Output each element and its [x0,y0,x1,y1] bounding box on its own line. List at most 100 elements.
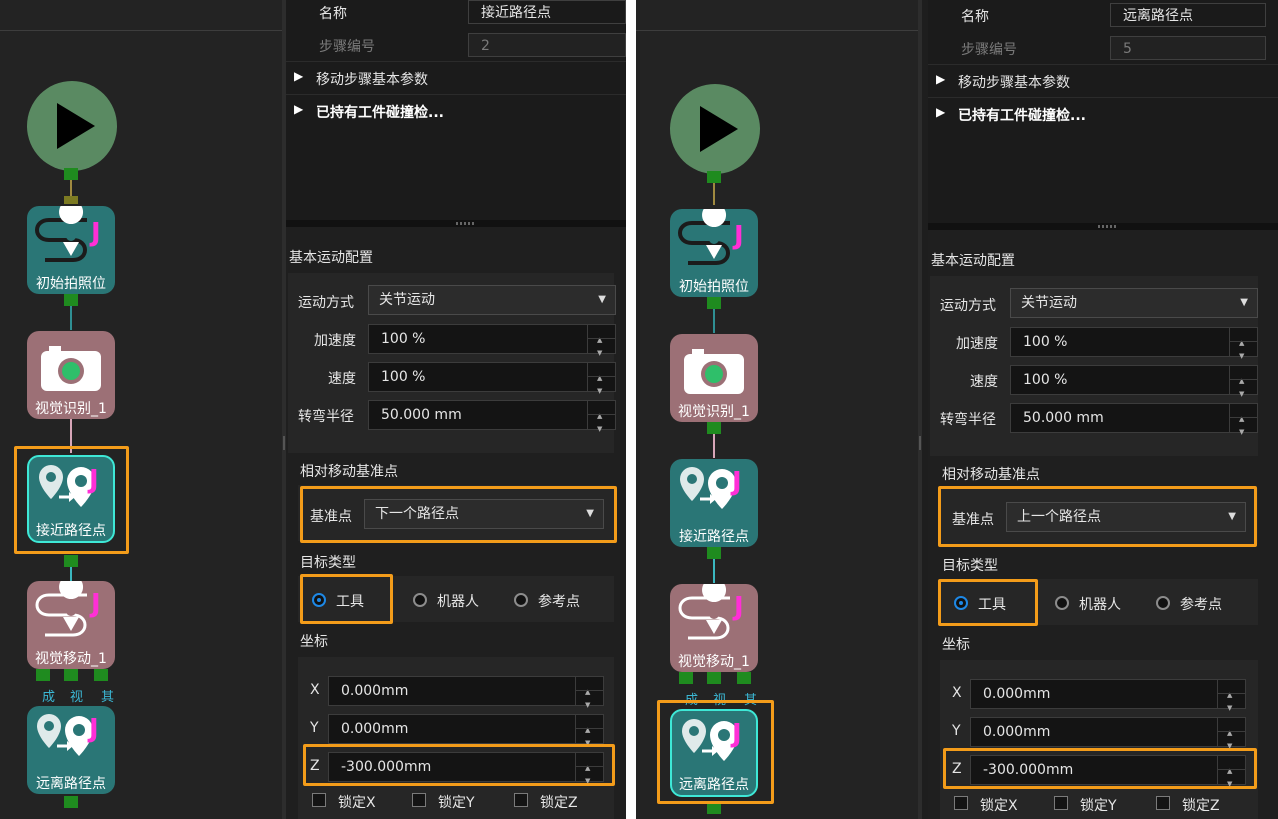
start-node-output-port[interactable] [707,171,721,183]
y-input[interactable]: 0.000mm ▲ ▼ [970,717,1246,750]
coordinate-title: 坐标 [300,634,328,650]
flow-node-initial-capture[interactable]: J 初始拍照位 [670,203,758,297]
basic-motion-box: 运动方式 关节运动 ▼ 加速度 100 % ▲ ▼ 速度 100 % ▲ ▼ 转弯半径… [288,273,616,453]
name-row: 名称 远离路径点 [928,0,1278,31]
flow-canvas[interactable]: J 初始拍照位 视觉识别_1 J 接近路径点 J 视觉移动_1 成 视 其 J … [0,0,282,819]
acceleration-input[interactable]: 100 % ▲ ▼ [368,324,616,357]
reference-point-title: 相对移动基准点 [300,464,398,480]
motion-config: 基本运动配置 运动方式 关节运动 ▼ 加速度 100 % ▲ ▼ 速度 100 % … [928,230,1278,819]
start-node[interactable] [27,81,117,171]
blend-radius-label: 转弯半径 [940,412,996,428]
start-node-output-port[interactable] [64,168,78,180]
x-input[interactable]: 0.000mm ▲ ▼ [328,676,604,709]
acceleration-label: 加速度 [314,333,356,349]
node-output-port[interactable] [64,294,78,306]
node-output-port-vision[interactable] [707,672,721,684]
left-screenshot: J 初始拍照位 视觉识别_1 J 接近路径点 J 视觉移动_1 成 视 其 J … [0,0,626,819]
connection-wire [70,567,72,581]
node-output-port-other[interactable] [94,669,108,681]
highlight-box-z [943,748,1257,789]
y-spinner[interactable]: ▲ ▼ [575,715,603,747]
step-number-input[interactable]: 2 [468,33,626,57]
y-input[interactable]: 0.000mm ▲ ▼ [328,714,604,747]
acceleration-spinner[interactable]: ▲ ▼ [587,325,615,357]
blend-radius-input[interactable]: 50.000 mm ▲ ▼ [368,400,616,433]
x-spinner[interactable]: ▲ ▼ [1217,680,1245,712]
speed-spinner[interactable]: ▲ ▼ [587,363,615,395]
section-collision-check[interactable]: ▶ 已持有工件碰撞检... [928,97,1278,130]
motion-type-dropdown[interactable]: 关节运动 ▼ [368,285,616,315]
basic-motion-title: 基本运动配置 [289,250,373,266]
flow-node-vision-recognition[interactable]: 视觉识别_1 [27,331,115,419]
canvas-resize-handle[interactable] [918,0,922,819]
node-output-port-vision[interactable] [64,669,78,681]
section-title: 已持有工件碰撞检... [316,105,444,121]
step-number-label: 步骤编号 [319,39,375,55]
name-input[interactable]: 接近路径点 [468,0,626,24]
j-badge-icon: J [89,714,99,744]
canvas-divider [636,30,918,31]
j-badge-icon: J [734,592,744,622]
node-label: 视觉识别_1 [35,401,107,417]
node-input-port[interactable] [64,196,78,204]
canvas-divider [0,30,282,31]
section-title: 移动步骤基本参数 [316,72,428,88]
flow-node-initial-capture[interactable]: J 初始拍照位 [27,200,115,294]
acceleration-spinner[interactable]: ▲ ▼ [1229,328,1257,360]
flow-canvas[interactable]: J 初始拍照位 视觉识别_1 J 接近路径点 J 视觉移动_1 成 视 其 J … [636,0,918,819]
acceleration-input[interactable]: 100 % ▲ ▼ [1010,327,1258,360]
step-number-row: 步骤编号 2 [286,30,626,61]
step-number-row: 步骤编号 5 [928,33,1278,64]
connection-wire [713,559,715,583]
collapse-triangle-icon: ▶ [936,105,946,119]
section-move-step-params[interactable]: ▶ 移动步骤基本参数 [928,64,1278,97]
pin-path-icon [678,578,730,640]
step-number-input[interactable]: 5 [1110,36,1266,60]
node-output-port-success[interactable] [679,672,693,684]
y-spinner[interactable]: ▲ ▼ [1217,718,1245,750]
node-label: 视觉移动_1 [35,651,107,667]
node-label: 接近路径点 [679,529,749,545]
node-output-port[interactable] [64,796,78,808]
highlight-box-reference [300,486,617,543]
blend-radius-input[interactable]: 50.000 mm ▲ ▼ [1010,403,1258,436]
section-move-step-params[interactable]: ▶ 移动步骤基本参数 [286,61,626,94]
y-label: Y [952,723,961,739]
motion-type-dropdown[interactable]: 关节运动 ▼ [1010,288,1258,318]
speed-input[interactable]: 100 % ▲ ▼ [368,362,616,395]
motion-config: 基本运动配置 运动方式 关节运动 ▼ 加速度 100 % ▲ ▼ 速度 100 % … [286,227,626,819]
step-properties: 名称 远离路径点 步骤编号 5 ▶ 移动步骤基本参数 ▶ 已持有工件碰撞检... [928,0,1278,220]
spin-down-icon: ▼ [597,425,603,433]
blend-radius-label: 转弯半径 [298,409,354,425]
speed-spinner[interactable]: ▲ ▼ [1229,366,1257,398]
section-title: 已持有工件碰撞检... [958,108,1086,124]
node-output-port-success[interactable] [36,669,50,681]
x-input[interactable]: 0.000mm ▲ ▼ [970,679,1246,712]
node-label: 初始拍照位 [679,279,749,295]
flow-node-vision-move[interactable]: J 视觉移动_1 [27,575,115,669]
speed-input[interactable]: 100 % ▲ ▼ [1010,365,1258,398]
flow-node-vision-recognition[interactable]: 视觉识别_1 [670,334,758,422]
flow-node-vision-move[interactable]: J 视觉移动_1 [670,578,758,672]
panel-splitter[interactable] [928,223,1278,230]
x-spinner[interactable]: ▲ ▼ [575,677,603,709]
right-screenshot: J 初始拍照位 视觉识别_1 J 接近路径点 J 视觉移动_1 成 视 其 J … [636,0,1278,819]
pin-path-icon [35,575,87,637]
blend-radius-spinner[interactable]: ▲ ▼ [1229,404,1257,436]
node-output-port[interactable] [64,555,78,567]
blend-radius-spinner[interactable]: ▲ ▼ [587,401,615,433]
node-output-port[interactable] [707,547,721,559]
node-output-port[interactable] [707,297,721,309]
step-number-label: 步骤编号 [961,42,1017,58]
section-collision-check[interactable]: ▶ 已持有工件碰撞检... [286,94,626,127]
flow-node-retreat-waypoint[interactable]: J 远离路径点 [27,706,115,794]
node-output-port-other[interactable] [737,672,751,684]
basic-motion-box: 运动方式 关节运动 ▼ 加速度 100 % ▲ ▼ 速度 100 % ▲ ▼ 转弯半径… [930,276,1258,456]
flow-node-approach-waypoint[interactable]: J 接近路径点 [670,459,758,547]
name-input[interactable]: 远离路径点 [1110,3,1266,27]
node-output-port[interactable] [707,804,721,814]
node-output-port[interactable] [707,422,721,434]
start-node[interactable] [670,84,760,174]
output-label: 成 [42,690,56,705]
panel-splitter[interactable] [286,220,626,227]
